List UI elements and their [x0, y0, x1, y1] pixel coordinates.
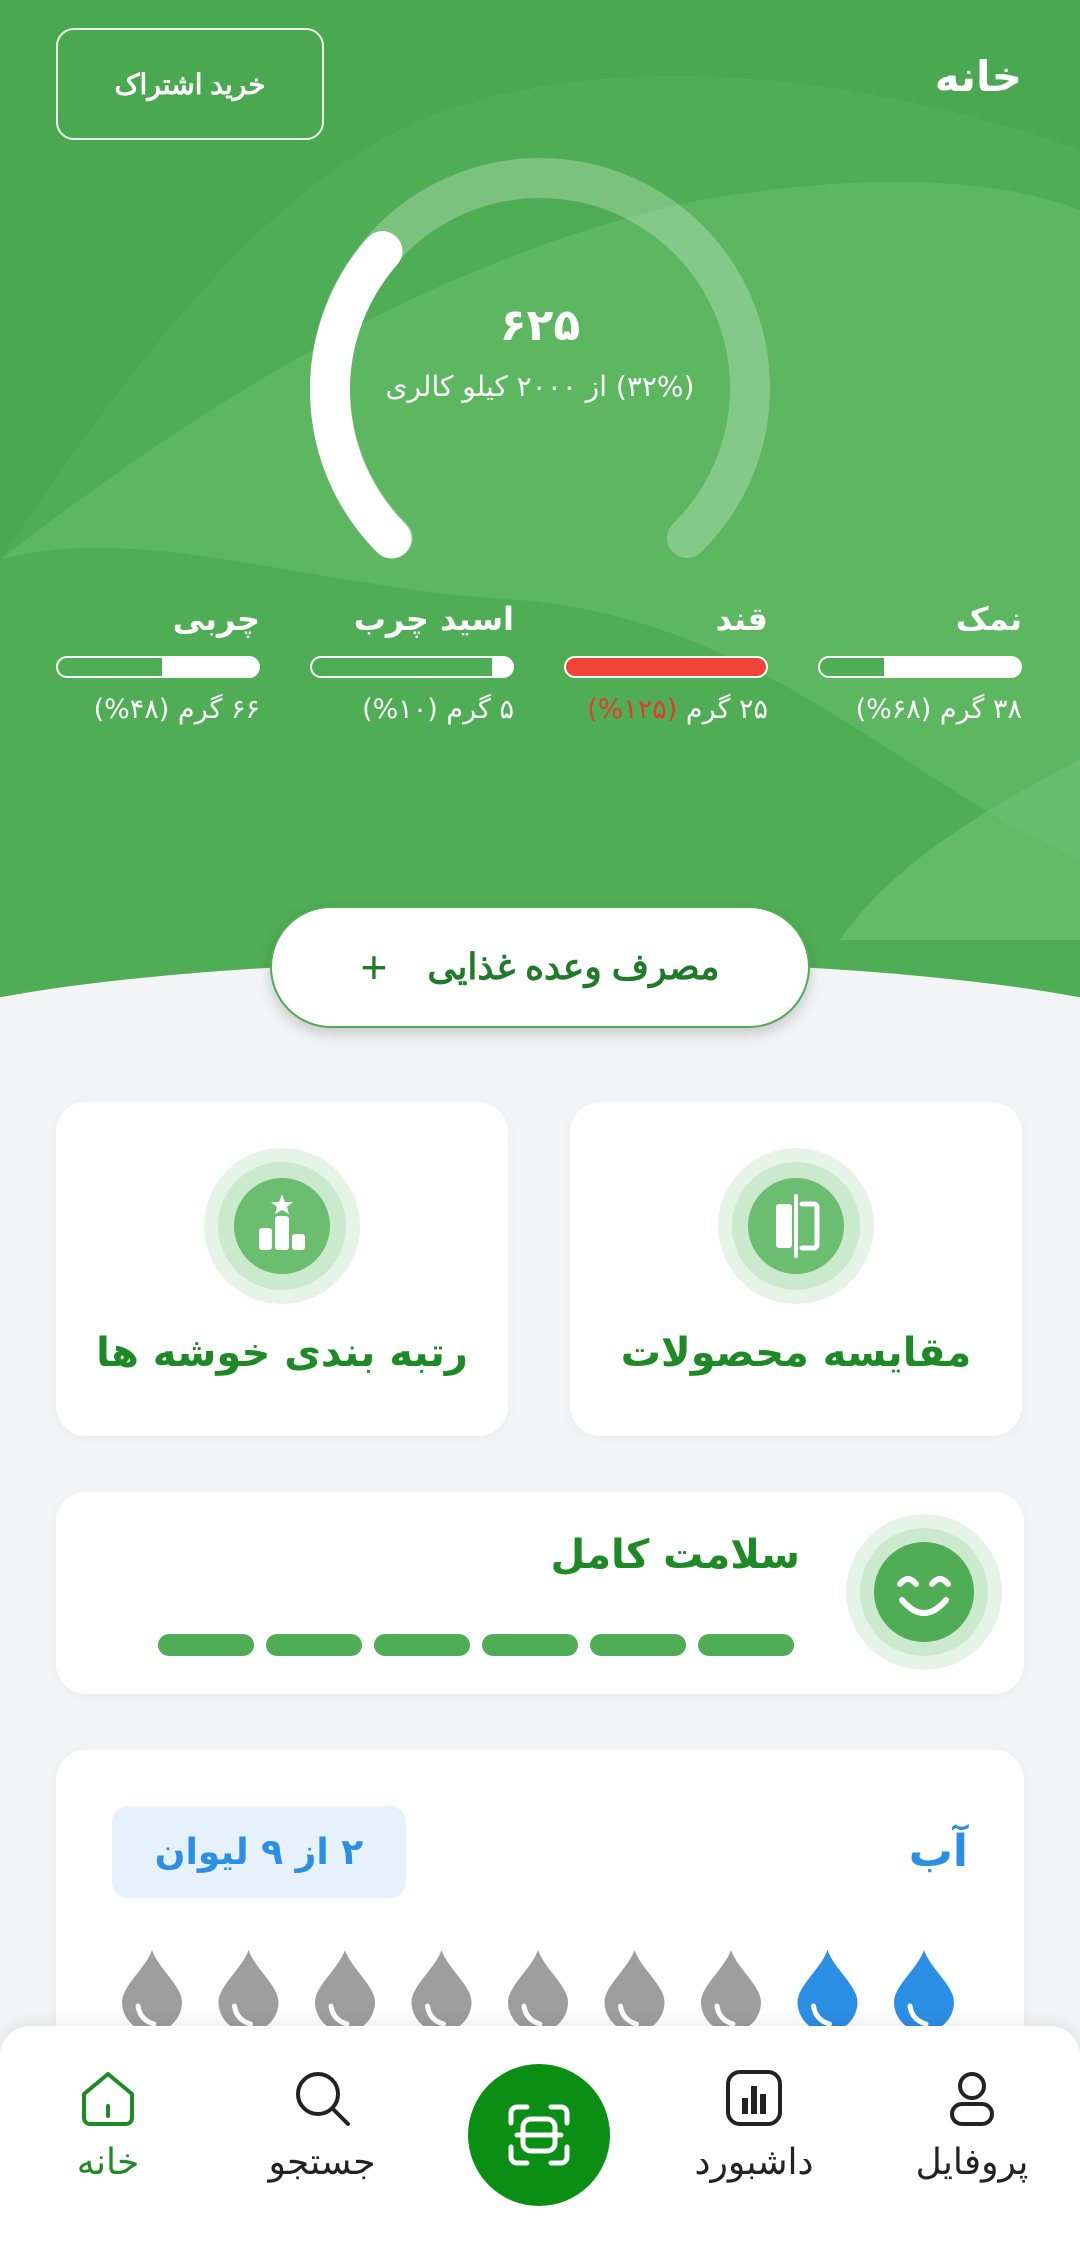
calorie-gauge-track: [310, 158, 770, 558]
water-drop-icon[interactable]: [411, 1950, 472, 2032]
nutrient-name: قند: [715, 600, 769, 638]
nav-profile[interactable]: پروفایل: [872, 2066, 1072, 2183]
nutrient-value: ۳۸ گرم (۶۸%): [855, 694, 1022, 725]
nutrient-bar: [310, 656, 514, 678]
nav-label: داشبورد: [694, 2142, 814, 2183]
health-progress-segments: [158, 1634, 794, 1656]
nutrient-salt: نمک ۳۸ گرم (۶۸%): [818, 600, 1022, 725]
nutrient-fat: چربی ۶۶ گرم (۴۸%): [56, 600, 260, 725]
nutrient-bar: [56, 656, 260, 678]
nav-dashboard[interactable]: داشبورد: [654, 2066, 854, 2183]
podium-icon: [204, 1148, 360, 1304]
nutrient-fatty-acid: اسید چرب ۵ گرم (۱۰%): [310, 600, 514, 725]
compare-icon: [718, 1148, 874, 1304]
water-drop-icon[interactable]: [894, 1950, 954, 2032]
plus-icon: +: [360, 941, 388, 993]
compare-products-card[interactable]: مقایسه محصولات: [570, 1102, 1022, 1436]
home-icon: [82, 2072, 134, 2126]
nutrient-value: ۵ گرم (۱۰%): [362, 694, 514, 725]
calorie-subtitle: (۳۲%) از ۲۰۰۰ کیلو کالری: [385, 370, 695, 403]
add-meal-label: مصرف وعده غذایی: [427, 946, 720, 987]
nutrient-value: ۲۵ گرم (۱۲۵%): [587, 694, 768, 725]
nutrient-name: چربی: [172, 600, 260, 638]
nutrient-name: نمک: [955, 600, 1022, 638]
water-drop-icon[interactable]: [315, 1950, 375, 2032]
nutrient-bar: [564, 656, 768, 678]
nav-label: پروفایل: [915, 2142, 1029, 2183]
user-icon: [950, 2072, 994, 2126]
cluster-ranking-label: رتبه بندی خوشه ها: [96, 1330, 468, 1376]
nav-label: جستجو: [268, 2142, 376, 2183]
health-segment: [266, 1634, 362, 1656]
health-status-card[interactable]: سلامت کامل: [56, 1492, 1024, 1694]
water-drop-icon[interactable]: [797, 1950, 858, 2032]
nav-home[interactable]: خانه: [8, 2066, 208, 2183]
nutrient-bar-fill: [820, 658, 884, 676]
bottom-navigation: پروفایل داشبورد جستجو خانه: [0, 2026, 1080, 2244]
health-segment: [158, 1634, 254, 1656]
water-drop-icon[interactable]: [701, 1950, 761, 2032]
cluster-ranking-card[interactable]: رتبه بندی خوشه ها: [56, 1102, 508, 1436]
water-drop-icon[interactable]: [604, 1950, 665, 2032]
health-segment: [590, 1634, 686, 1656]
nutrient-sugar: قند ۲۵ گرم (۱۲۵%): [564, 600, 768, 725]
health-segment: [698, 1634, 794, 1656]
health-segment: [482, 1634, 578, 1656]
health-segment: [374, 1634, 470, 1656]
nav-label: خانه: [76, 2142, 140, 2183]
add-meal-button[interactable]: مصرف وعده غذایی +: [270, 906, 810, 1028]
scan-icon: [508, 2104, 570, 2166]
smiley-icon: [846, 1514, 1002, 1670]
compare-products-label: مقایسه محصولات: [620, 1330, 972, 1376]
nutrient-bar-fill: [58, 658, 162, 676]
nav-search[interactable]: جستجو: [222, 2066, 422, 2183]
scan-button[interactable]: [468, 2064, 610, 2206]
water-drop-icon[interactable]: [122, 1950, 182, 2032]
water-drop-icon[interactable]: [508, 1950, 568, 2032]
nutrient-bar: [818, 656, 1022, 678]
nutrient-name: اسید چرب: [353, 600, 514, 638]
nutrient-bar-fill: [312, 658, 492, 676]
chart-icon: [726, 2070, 782, 2126]
water-drop-icon[interactable]: [218, 1950, 279, 2032]
calorie-value: ۶۲۵: [499, 300, 581, 351]
nutrient-value: ۶۶ گرم (۴۸%): [93, 694, 260, 725]
search-icon: [296, 2072, 350, 2126]
health-status-title: سلامت کامل: [550, 1532, 801, 1578]
